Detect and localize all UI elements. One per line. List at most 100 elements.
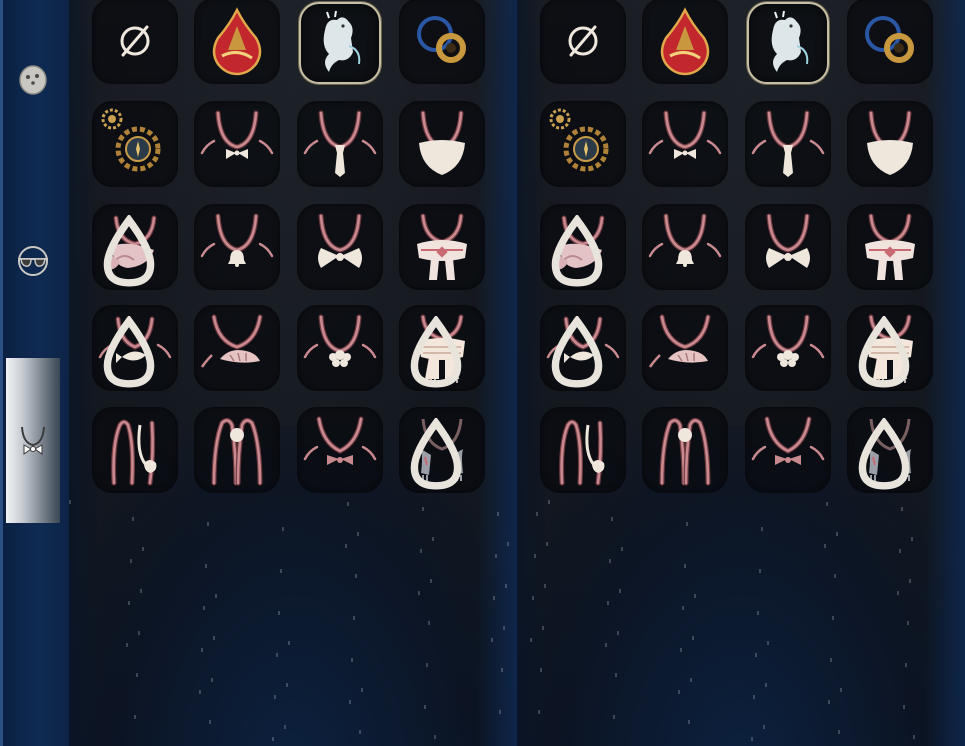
item-slot[interactable] bbox=[399, 0, 485, 84]
rain-speck bbox=[495, 554, 497, 558]
item-slot[interactable] bbox=[642, 204, 728, 290]
bell-necklace-icon bbox=[648, 213, 722, 267]
item-slot[interactable] bbox=[92, 0, 178, 84]
rain-speck bbox=[359, 730, 361, 734]
item-slot[interactable] bbox=[297, 101, 383, 187]
rain-speck bbox=[759, 569, 761, 573]
rain-speck bbox=[507, 542, 509, 546]
rain-speck bbox=[130, 559, 132, 563]
rain-speck bbox=[694, 594, 696, 598]
item-slot[interactable] bbox=[642, 0, 728, 84]
rain-speck bbox=[686, 522, 688, 526]
item-slot[interactable] bbox=[194, 0, 280, 84]
rain-speck bbox=[690, 678, 692, 682]
glasses-icon bbox=[18, 246, 48, 276]
item-slot[interactable] bbox=[194, 407, 280, 493]
rain-speck bbox=[209, 720, 211, 724]
none-icon bbox=[120, 25, 150, 57]
item-slot[interactable] bbox=[399, 204, 485, 290]
big-bow-necklace-icon bbox=[766, 213, 810, 268]
item-slot[interactable] bbox=[847, 305, 933, 391]
rain-speck bbox=[345, 544, 347, 548]
necklace-panel-left bbox=[69, 0, 517, 746]
bowtie-necklace-icon bbox=[200, 110, 274, 159]
item-slot[interactable] bbox=[745, 305, 831, 391]
tab-necklace[interactable] bbox=[6, 358, 60, 523]
item-slot[interactable] bbox=[745, 407, 831, 493]
tab-mask[interactable] bbox=[6, 50, 60, 110]
rain-speck bbox=[274, 695, 276, 699]
item-slot[interactable] bbox=[297, 204, 383, 290]
rain-speck bbox=[684, 564, 686, 568]
item-slot[interactable] bbox=[540, 305, 626, 391]
item-slot[interactable] bbox=[642, 407, 728, 493]
rain-speck bbox=[536, 512, 538, 516]
rain-speck bbox=[69, 500, 71, 504]
rain-speck bbox=[284, 725, 286, 729]
rain-speck bbox=[899, 549, 901, 553]
item-slot[interactable] bbox=[540, 101, 626, 187]
rain-speck bbox=[609, 559, 611, 563]
rain-speck bbox=[142, 547, 144, 551]
rain-speck bbox=[832, 616, 834, 620]
item-slot[interactable] bbox=[297, 305, 383, 391]
rain-speck bbox=[830, 658, 832, 662]
rain-speck bbox=[499, 710, 501, 714]
flower-necklace-icon bbox=[303, 314, 377, 367]
rain-speck bbox=[351, 658, 353, 662]
item-slot[interactable] bbox=[399, 101, 485, 187]
rain-speck bbox=[503, 626, 505, 630]
item-slot[interactable] bbox=[745, 101, 831, 187]
rain-speck bbox=[126, 643, 128, 647]
rain-speck bbox=[199, 690, 201, 694]
item-slot[interactable] bbox=[642, 101, 728, 187]
item-slot[interactable] bbox=[540, 204, 626, 290]
item-slot[interactable] bbox=[747, 2, 829, 84]
item-slot[interactable] bbox=[92, 204, 178, 290]
item-slot[interactable] bbox=[642, 305, 728, 391]
rain-speck bbox=[282, 527, 284, 531]
item-slot[interactable] bbox=[847, 0, 933, 84]
item-slot[interactable] bbox=[847, 204, 933, 290]
item-slot[interactable] bbox=[194, 305, 280, 391]
ultimate-drop-icon bbox=[410, 316, 462, 388]
item-slot[interactable] bbox=[745, 204, 831, 290]
big-bow-necklace-icon bbox=[318, 213, 362, 268]
item-slot[interactable] bbox=[540, 0, 626, 84]
item-slot[interactable] bbox=[299, 2, 381, 84]
item-slot[interactable] bbox=[847, 101, 933, 187]
rain-speck bbox=[347, 502, 349, 506]
item-slot[interactable] bbox=[399, 305, 485, 391]
item-slot[interactable] bbox=[92, 101, 178, 187]
rain-speck bbox=[505, 584, 507, 588]
ring-orb-icon bbox=[865, 16, 914, 63]
ribbon-necklace-icon bbox=[751, 416, 825, 465]
item-slot[interactable] bbox=[847, 407, 933, 493]
item-slot[interactable] bbox=[399, 407, 485, 493]
rain-speck bbox=[615, 673, 617, 677]
rain-speck bbox=[205, 564, 207, 568]
rain-speck bbox=[491, 638, 493, 642]
rain-speck bbox=[276, 653, 278, 657]
item-slot[interactable] bbox=[297, 407, 383, 493]
rain-speck bbox=[493, 596, 495, 600]
rain-speck bbox=[692, 636, 694, 640]
item-slot[interactable] bbox=[194, 204, 280, 290]
rain-speck bbox=[357, 532, 359, 536]
necklace-tab-icon bbox=[21, 426, 45, 455]
tab-glasses[interactable] bbox=[6, 232, 60, 292]
rain-speck bbox=[909, 579, 911, 583]
rain-speck bbox=[680, 648, 682, 652]
item-slot[interactable] bbox=[92, 407, 178, 493]
item-slot[interactable] bbox=[92, 305, 178, 391]
rain-speck bbox=[132, 517, 134, 521]
rain-speck bbox=[501, 668, 503, 672]
rain-speck bbox=[136, 673, 138, 677]
rain-speck bbox=[607, 601, 609, 605]
rain-speck bbox=[907, 621, 909, 625]
rain-speck bbox=[272, 737, 274, 741]
item-slot[interactable] bbox=[540, 407, 626, 493]
ring-orb-icon bbox=[417, 16, 466, 63]
item-slot[interactable] bbox=[194, 101, 280, 187]
rain-speck bbox=[201, 648, 203, 652]
